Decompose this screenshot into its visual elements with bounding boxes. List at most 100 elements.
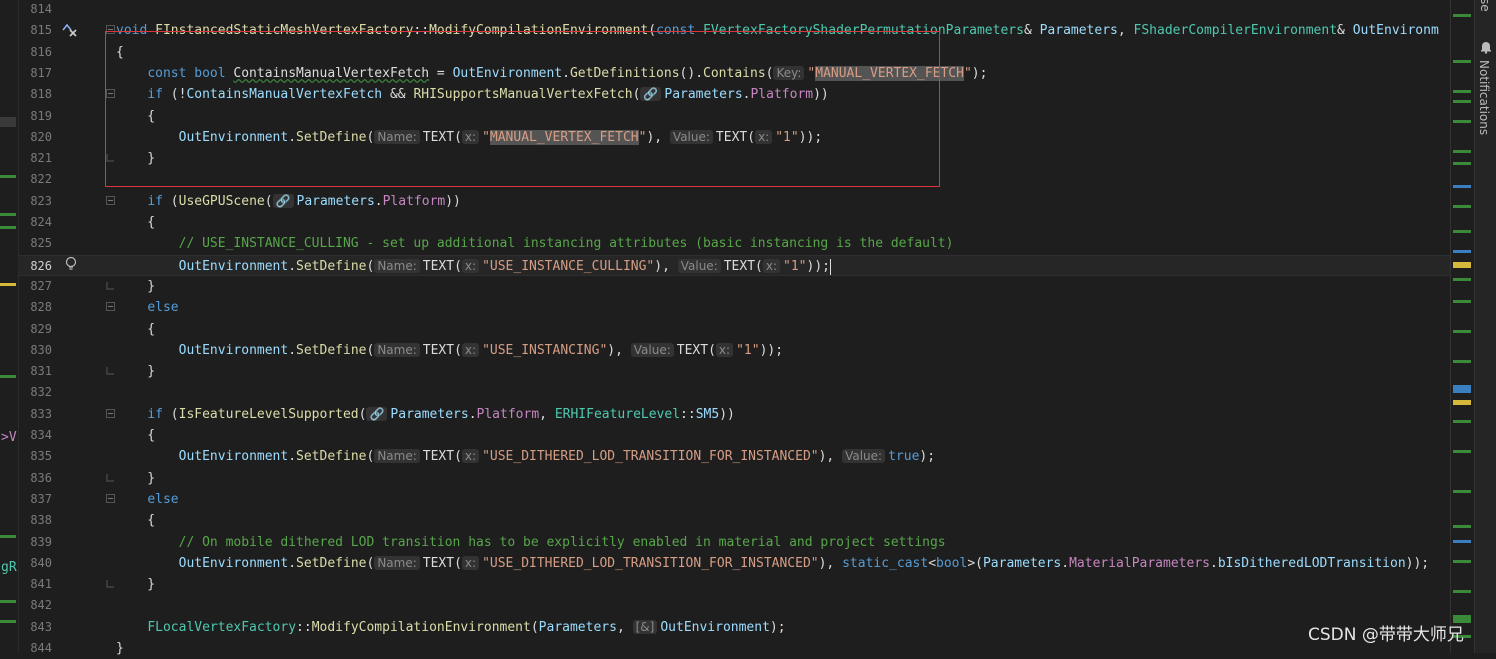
code-line[interactable]: 819 { — [18, 106, 1450, 127]
code-text: void FInstancedStaticMeshVertexFactory::… — [116, 20, 1439, 41]
code-token: )) — [445, 194, 461, 209]
lightbulb-icon[interactable] — [64, 256, 78, 276]
code-line[interactable]: 828 else — [18, 297, 1450, 318]
code-line[interactable]: 837 else — [18, 489, 1450, 510]
notifications-tab[interactable]: Notifications — [1477, 60, 1491, 135]
code-line[interactable]: 842 — [18, 595, 1450, 616]
code-token: )) — [719, 407, 735, 422]
code-line[interactable]: 825 // USE_INSTANCE_CULLING - set up add… — [18, 233, 1450, 254]
code-token: "1" — [783, 259, 807, 274]
code-token: else — [147, 492, 179, 507]
code-token: , — [539, 407, 555, 422]
code-token: ); — [971, 66, 988, 81]
code-token: Platform — [750, 87, 814, 102]
line-number: 826 — [30, 259, 52, 273]
close-icon[interactable] — [68, 27, 78, 42]
fold-end-icon[interactable] — [106, 153, 115, 162]
line-number: 819 — [30, 109, 52, 123]
code-line[interactable]: 834 { — [18, 425, 1450, 446]
code-token: static_cast — [842, 556, 929, 571]
code-line[interactable]: 823 if (UseGPUScene(🔗 Parameters.Platform… — [18, 191, 1450, 212]
code-token: ), — [818, 556, 843, 571]
parameter-hint: x: — [461, 259, 480, 273]
code-line[interactable]: 824 { — [18, 212, 1450, 233]
code-token: RHISupportsManualVertexFetch — [413, 87, 633, 102]
fold-end-icon[interactable] — [106, 473, 115, 482]
code-token: ( — [648, 23, 657, 38]
code-token: OutEnvironment — [178, 259, 289, 274]
fold-end-icon[interactable] — [106, 281, 115, 290]
fold-end-icon[interactable] — [106, 366, 115, 375]
change-marker — [0, 175, 16, 178]
code-line[interactable]: 815 void FInstancedStaticMeshVertexFactor… — [18, 20, 1450, 41]
code-token: "USE_DITHERED_LOD_TRANSITION_FOR_INSTANC… — [482, 449, 819, 464]
fold-toggle-icon[interactable] — [106, 25, 115, 34]
code-line[interactable]: 822 — [18, 169, 1450, 190]
code-editor[interactable]: 814 815 void FInstancedStaticMeshVertexFac… — [18, 0, 1450, 656]
bell-icon[interactable] — [1479, 40, 1493, 58]
code-token: " — [482, 130, 490, 145]
code-token: = — [429, 66, 453, 81]
scroll-marker — [1453, 14, 1471, 17]
code-line[interactable]: 838 { — [18, 510, 1450, 531]
code-token: UseGPUScene — [178, 194, 265, 209]
change-marker — [0, 226, 16, 229]
code-line[interactable]: 831 } — [18, 361, 1450, 382]
code-token: if — [147, 194, 171, 209]
code-token: } — [116, 641, 124, 656]
code-token: Parameters — [982, 556, 1062, 571]
code-line[interactable]: 814 — [18, 0, 1450, 20]
code-line[interactable]: 826 OutEnvironment.SetDefine(Name: TEXT(x… — [18, 255, 1450, 276]
scroll-marker — [1453, 450, 1471, 453]
fold-toggle-icon[interactable] — [106, 89, 115, 98]
scroll-marker — [1453, 250, 1471, 253]
fold-toggle-icon[interactable] — [106, 409, 115, 418]
code-line[interactable]: 821 } — [18, 148, 1450, 169]
code-token: SetDefine — [296, 130, 367, 145]
parameter-hint: Value: — [630, 343, 674, 357]
code-line[interactable]: 835 OutEnvironment.SetDefine(Name: TEXT(x… — [18, 446, 1450, 467]
parameter-hint: [&] — [632, 620, 658, 634]
fold-toggle-icon[interactable] — [106, 196, 115, 205]
code-token: " — [963, 66, 972, 81]
code-line[interactable]: 818 if (!ContainsManualVertexFetch && RH… — [18, 84, 1450, 105]
fold-end-icon[interactable] — [106, 579, 115, 588]
code-text: OutEnvironment.SetDefine(Name: TEXT(x: "US… — [116, 340, 783, 361]
code-line[interactable]: 832 — [18, 382, 1450, 403]
code-line[interactable]: 840 OutEnvironment.SetDefine(Name: TEXT(x… — [18, 553, 1450, 574]
code-token: )); — [1405, 556, 1430, 571]
code-token: FInstancedStaticMeshVertexFactory — [155, 23, 414, 38]
code-line[interactable]: 827 } — [18, 276, 1450, 297]
code-token: TEXT( — [422, 343, 462, 358]
fold-toggle-icon[interactable] — [106, 494, 115, 503]
code-token: SetDefine — [296, 449, 367, 464]
code-token: TEXT( — [422, 130, 462, 145]
code-token: TEXT( — [676, 343, 716, 358]
code-line[interactable]: 836 } — [18, 468, 1450, 489]
right-tool-sidebar: se Notifications — [1474, 0, 1496, 653]
fold-toggle-icon[interactable] — [106, 302, 115, 311]
code-line[interactable]: 839 // On mobile dithered LOD transition… — [18, 532, 1450, 553]
overview-scrollbar[interactable] — [1450, 0, 1475, 653]
code-line[interactable]: 820 OutEnvironment.SetDefine(Name: TEXT(x… — [18, 127, 1450, 148]
line-number: 816 — [30, 45, 52, 59]
line-number: 835 — [30, 449, 52, 463]
code-line[interactable]: 816 { — [18, 42, 1450, 63]
scroll-marker — [1453, 185, 1471, 188]
code-line[interactable]: 833 if (IsFeatureLevelSupported(🔗 Paramet… — [18, 404, 1450, 425]
code-line[interactable]: 830 OutEnvironment.SetDefine(Name: TEXT(x… — [18, 340, 1450, 361]
scroll-marker — [1453, 400, 1471, 405]
code-token: { — [116, 45, 124, 60]
line-number: 827 — [30, 279, 52, 293]
code-line[interactable]: 817 const bool ContainsManualVertexFetch… — [18, 63, 1450, 84]
code-line[interactable]: 844} — [18, 638, 1450, 659]
code-line[interactable]: 829 { — [18, 319, 1450, 340]
code-token: )); — [759, 343, 784, 358]
code-token: else — [147, 300, 179, 315]
code-token: :: — [680, 407, 696, 422]
code-line[interactable]: 841 } — [18, 574, 1450, 595]
code-line[interactable]: 843 FLocalVertexFactory::ModifyCompilati… — [18, 617, 1450, 638]
